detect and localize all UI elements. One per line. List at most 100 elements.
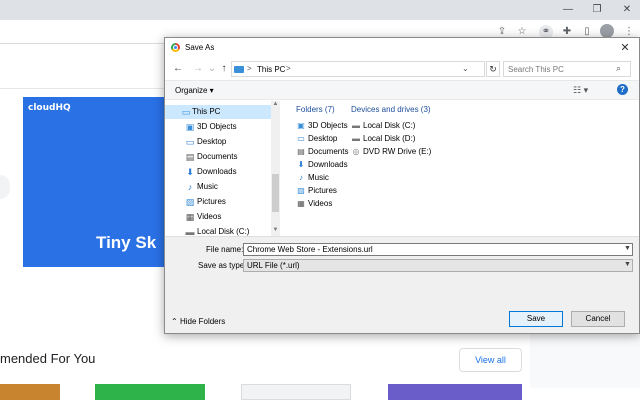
chevron-down-icon[interactable]: ▼: [624, 261, 631, 268]
chrome-icon: [171, 43, 180, 52]
nav-item-videos[interactable]: ▦ Videos: [165, 210, 271, 224]
extension-card[interactable]: [0, 384, 60, 400]
videos-icon: ▦: [185, 212, 195, 222]
nav-item-label: Local Disk (C:): [197, 227, 250, 236]
nav-item-label: Music: [197, 182, 218, 191]
hide-folders-toggle[interactable]: ⌃ Hide Folders: [171, 317, 225, 326]
file-name-label: File name:: [206, 245, 244, 254]
breadcrumb-separator: >: [247, 64, 252, 73]
address-bar[interactable]: > This PC > ⌄: [231, 61, 485, 77]
nav-item-local-disk-c[interactable]: ▬ Local Disk (C:): [165, 225, 271, 236]
chevron-down-icon[interactable]: ▼: [624, 245, 631, 252]
folder-item[interactable]: ▨ Pictures: [296, 186, 337, 195]
nav-item-pictures[interactable]: ▨ Pictures: [165, 195, 271, 209]
drive-item[interactable]: ▬ Local Disk (C:): [351, 121, 415, 130]
download-icon: ⬇: [186, 167, 194, 177]
dvd-drive-icon: ◎: [352, 147, 360, 156]
organize-menu[interactable]: Organize ▾: [175, 86, 214, 95]
browser-tabstrip: — ❐ ✕: [0, 0, 640, 20]
music-icon: ♪: [187, 182, 193, 192]
scroll-down-icon[interactable]: ▼: [271, 227, 280, 233]
carousel-prev-button[interactable]: [0, 175, 10, 199]
nav-item-this-pc[interactable]: ▭ This PC: [165, 105, 271, 119]
dialog-titlebar[interactable]: Save As ✕: [165, 38, 639, 58]
help-icon[interactable]: ?: [617, 84, 628, 95]
search-placeholder: Search This PC: [508, 65, 564, 74]
save-type-value: URL File (*.url): [247, 261, 300, 270]
nav-item-label: Downloads: [197, 167, 237, 176]
save-type-label: Save as type:: [198, 261, 247, 270]
nav-item-3d-objects[interactable]: ▣ 3D Objects: [165, 120, 271, 134]
folder-label: Pictures: [308, 186, 337, 195]
folder-item[interactable]: ♪ Music: [296, 173, 329, 182]
folder-label: Desktop: [308, 134, 338, 143]
banner-title: Tiny Sk: [96, 233, 157, 252]
file-name-input[interactable]: Chrome Web Store - Extensions.url ▼: [243, 243, 633, 256]
breadcrumb-this-pc[interactable]: This PC: [257, 65, 285, 74]
chevron-up-icon: ⌃: [171, 317, 180, 326]
download-icon: ⬇: [297, 160, 305, 169]
folder-label: Documents: [308, 147, 349, 156]
dialog-close-button[interactable]: ✕: [617, 40, 633, 56]
nav-item-desktop[interactable]: ▭ Desktop: [165, 135, 271, 149]
forward-arrow-icon[interactable]: →: [191, 62, 205, 76]
command-bar: Organize ▾ ☷ ▾ ?: [165, 80, 639, 100]
documents-icon: ▤: [185, 152, 195, 162]
up-arrow-icon[interactable]: ↑: [217, 62, 231, 76]
breadcrumb-separator[interactable]: >: [286, 64, 291, 73]
nav-item-documents[interactable]: ▤ Documents: [165, 150, 271, 164]
documents-icon: ▤: [297, 147, 305, 156]
folder-label: 3D Objects: [308, 121, 348, 130]
folder-label: Downloads: [308, 160, 348, 169]
folder-item[interactable]: ▣ 3D Objects: [296, 121, 348, 130]
save-button[interactable]: Save: [509, 311, 563, 327]
music-icon: ♪: [299, 173, 303, 182]
folders-header[interactable]: Folders (7): [296, 105, 335, 114]
scrollbar-thumb[interactable]: [272, 174, 279, 212]
save-type-select[interactable]: URL File (*.url) ▼: [243, 259, 633, 272]
search-input[interactable]: Search This PC ⌕: [503, 61, 631, 77]
save-as-dialog: Save As ✕ ← → ⌄ ↑ > This PC > ⌄ ↻ Search…: [164, 37, 640, 334]
folder-item[interactable]: ▭ Desktop: [296, 134, 337, 143]
navigation-pane[interactable]: ▭ This PC ▣ 3D Objects ▭ Desktop ▤ Docum…: [165, 101, 273, 236]
scroll-up-icon[interactable]: ▲: [271, 101, 280, 107]
folder-item[interactable]: ▤ Documents: [296, 147, 348, 156]
folder-item[interactable]: ▦ Videos: [296, 199, 332, 208]
computer-icon: [234, 66, 244, 73]
view-options-button[interactable]: ☷ ▾: [573, 85, 588, 96]
dialog-title: Save As: [185, 43, 215, 52]
drive-item[interactable]: ▬ Local Disk (D:): [351, 134, 415, 143]
computer-icon: ▭: [181, 107, 191, 117]
page-header: [0, 44, 165, 88]
cube-icon: ▣: [185, 122, 195, 132]
drives-header[interactable]: Devices and drives (3): [351, 105, 431, 114]
file-name-value: Chrome Web Store - Extensions.url: [247, 245, 373, 254]
extension-card[interactable]: [388, 384, 522, 400]
nav-item-label: Pictures: [197, 197, 226, 206]
view-all-button[interactable]: View all: [459, 348, 522, 372]
promo-banner[interactable]: cloudHQ Tiny Sk: [23, 97, 168, 267]
drive-item[interactable]: ◎ DVD RW Drive (E:): [351, 147, 432, 156]
minimize-button[interactable]: —: [561, 3, 575, 17]
nav-pane-scrollbar[interactable]: ▲ ▼: [271, 101, 280, 236]
extension-card[interactable]: [95, 384, 205, 400]
refresh-button[interactable]: ↻: [486, 61, 500, 77]
nav-item-downloads[interactable]: ⬇ Downloads: [165, 165, 271, 179]
back-arrow-icon[interactable]: ←: [171, 62, 185, 76]
desktop-icon: ▭: [185, 137, 195, 147]
drive-icon: ▬: [352, 121, 360, 130]
drive-label: DVD RW Drive (E:): [363, 147, 432, 156]
window-close-button[interactable]: ✕: [620, 3, 634, 17]
section-title: mended For You: [0, 351, 96, 366]
extension-card[interactable]: [241, 384, 351, 400]
desktop-icon: ▭: [297, 134, 305, 143]
restore-button[interactable]: ❐: [590, 3, 604, 17]
nav-item-label: Desktop: [197, 137, 227, 146]
drive-label: Local Disk (C:): [363, 121, 416, 130]
nav-item-label: Documents: [197, 152, 238, 161]
nav-item-music[interactable]: ♪ Music: [165, 180, 271, 194]
chevron-down-icon[interactable]: ⌄: [462, 64, 469, 73]
cancel-button[interactable]: Cancel: [571, 311, 625, 327]
avatar[interactable]: [600, 24, 614, 38]
folder-item[interactable]: ⬇ Downloads: [296, 160, 348, 169]
